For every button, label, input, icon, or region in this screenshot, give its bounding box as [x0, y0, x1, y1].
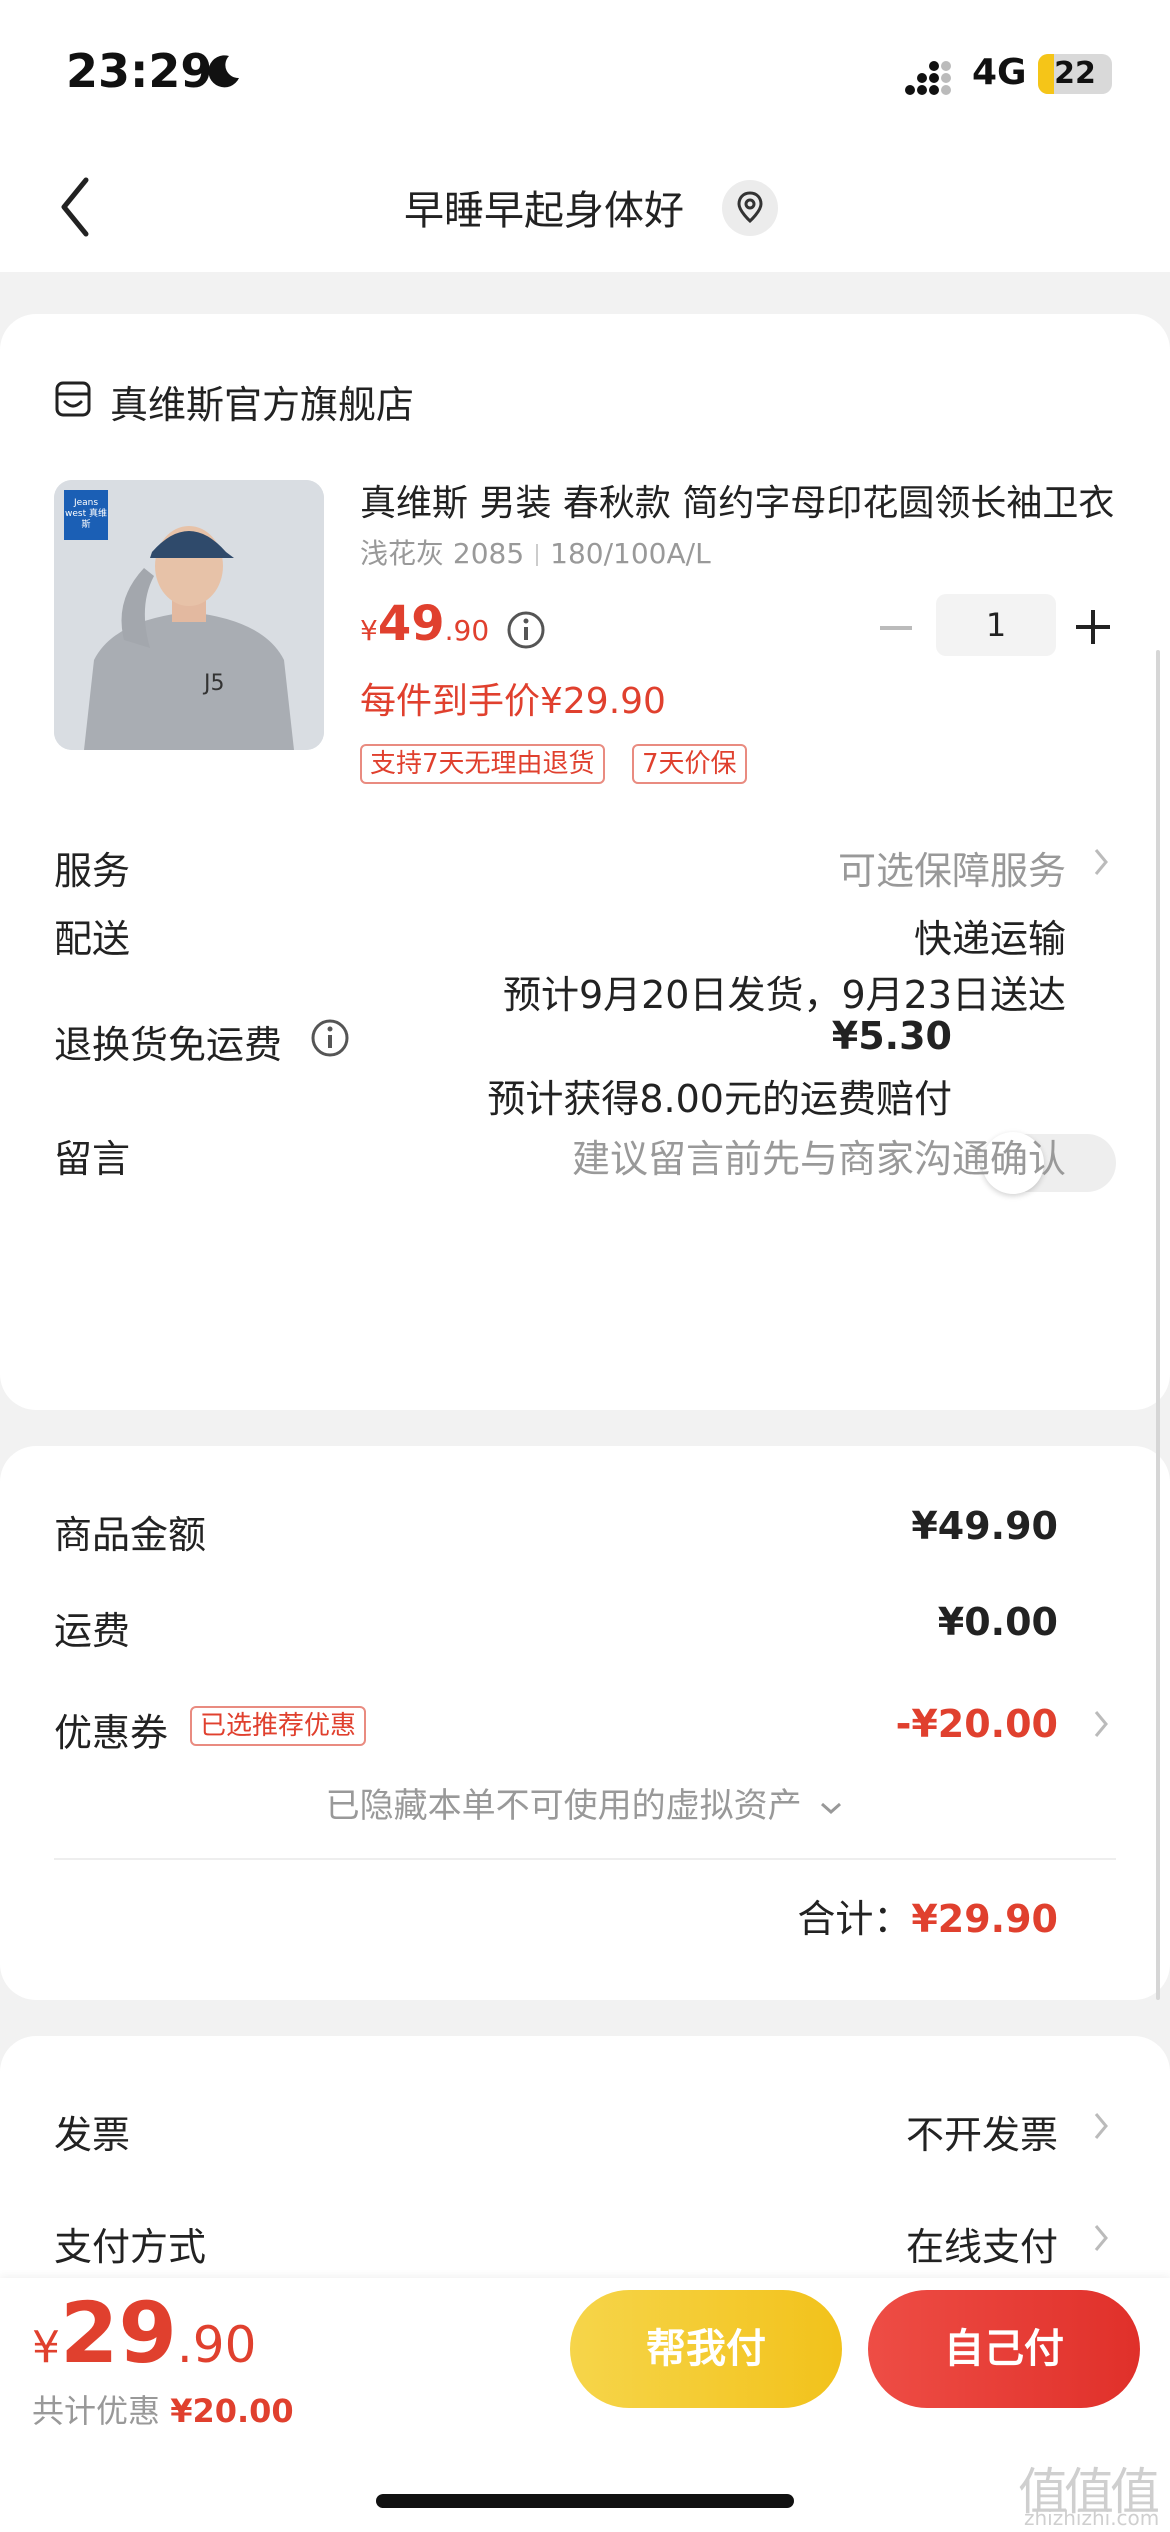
- battery-level: 22: [1054, 56, 1096, 91]
- service-label: 服务: [54, 849, 131, 893]
- location-pin-icon: [737, 191, 763, 224]
- delivery-method: 快递运输: [913, 917, 1066, 961]
- brand-logo: Jeans west 真维斯: [64, 490, 108, 540]
- payment-method-chevron-icon[interactable]: [1092, 2222, 1110, 2254]
- checkout-price: ¥29.90: [32, 2284, 256, 2382]
- delivery-eta: 预计9月20日发货，9月23日送达: [502, 973, 1066, 1017]
- message-label: 留言: [54, 1137, 131, 1181]
- payment-method-value[interactable]: 在线支付: [906, 2216, 1058, 2271]
- price-integer: 49: [377, 596, 445, 652]
- coupon-value[interactable]: -¥20.00: [896, 1702, 1058, 1746]
- shop-name: 真维斯官方旗舰店: [110, 383, 415, 427]
- service-chevron-icon[interactable]: [1092, 846, 1110, 878]
- return-shipping-label: 退换货免运费: [54, 1023, 283, 1067]
- battery-icon: 22: [1038, 54, 1112, 94]
- moon-icon: [208, 55, 239, 88]
- coupon-chevron-icon[interactable]: [1092, 1708, 1110, 1740]
- hidden-assets-toggle[interactable]: 已隐藏本单不可使用的虚拟资产: [0, 1778, 1170, 1827]
- checkout-price-integer: 29: [60, 2284, 177, 2382]
- quantity-input[interactable]: 1: [936, 594, 1056, 656]
- coupon-badge: 已选推荐优惠: [190, 1706, 367, 1746]
- page-title: 早睡早起身体好: [404, 188, 684, 234]
- order-item-card: 真维斯官方旗舰店 J5 Jeans west 真维斯 真维斯 男装 春秋款 简约…: [0, 314, 1170, 1410]
- quantity-increase-button[interactable]: [1076, 610, 1110, 644]
- checkout-savings: 共计优惠 ¥20.00: [32, 2386, 294, 2432]
- quantity-decrease-button[interactable]: [880, 626, 912, 630]
- self-pay-button[interactable]: 自己付: [868, 2290, 1140, 2408]
- hidden-assets-text: 已隐藏本单不可使用的虚拟资产: [325, 1786, 802, 1826]
- watermark: 值值值 zhizhizhi.com: [1018, 2452, 1170, 2532]
- invoice-value[interactable]: 不开发票: [906, 2104, 1058, 2159]
- total-label: 合计：: [797, 1897, 912, 1941]
- savings-value: ¥20.00: [170, 2392, 294, 2430]
- price-decimal: .90: [444, 614, 490, 647]
- shipping-fee-value: ¥0.00: [937, 1600, 1058, 1644]
- home-indicator[interactable]: [376, 2494, 794, 2508]
- payment-method-label: 支付方式: [54, 2225, 207, 2269]
- savings-label: 共计优惠: [32, 2392, 161, 2430]
- order-total: 合计：¥29.90: [797, 1888, 1058, 1943]
- nav-bar: 早睡早起身体好: [0, 150, 1170, 272]
- help-pay-button[interactable]: 帮我付: [570, 2290, 842, 2408]
- shop-icon: [55, 381, 91, 417]
- return-shipping-desc: 预计获得8.00元的运费赔付: [487, 1077, 952, 1121]
- price-info-icon[interactable]: [506, 610, 546, 650]
- product-price: ¥49.90: [360, 596, 489, 652]
- final-unit-price: 每件到手价¥29.90: [360, 681, 666, 722]
- coupon-label: 优惠券: [54, 1711, 169, 1755]
- product-thumbnail[interactable]: J5 Jeans west 真维斯: [54, 480, 324, 750]
- status-bar: 23:29 4G 22: [0, 0, 1170, 150]
- return-shipping-price: ¥5.30: [831, 1014, 952, 1058]
- total-value: ¥29.90: [911, 1897, 1058, 1941]
- svg-text:J5: J5: [202, 671, 225, 696]
- invoice-chevron-icon[interactable]: [1092, 2110, 1110, 2142]
- price-summary-card: 商品金额 ¥49.90 运费 ¥0.00 优惠券 已选推荐优惠 -¥20.00 …: [0, 1446, 1170, 2000]
- summary-divider: [54, 1858, 1116, 1860]
- price-protection-tag: 7天价保: [632, 744, 747, 784]
- checkout-price-decimal: .90: [176, 2316, 257, 2374]
- scrollbar[interactable]: [1156, 650, 1160, 2000]
- goods-amount-label: 商品金额: [54, 1513, 207, 1557]
- chevron-down-icon: [821, 1802, 842, 1814]
- price-currency: ¥: [360, 614, 378, 647]
- checkout-bar: ¥29.90 共计优惠 ¥20.00 帮我付 自己付: [0, 2278, 1170, 2532]
- checkout-currency: ¥: [32, 2322, 60, 2373]
- return-policy-tag: 支持7天无理由退货: [360, 744, 605, 784]
- product-color: 浅花灰 2085: [360, 537, 525, 570]
- return-shipping-info-icon[interactable]: [310, 1018, 350, 1058]
- signal-icon: [905, 61, 951, 95]
- message-input[interactable]: 建议留言前先与商家沟通确认: [572, 1128, 1066, 1183]
- delivery-label: 配送: [54, 917, 131, 961]
- watermark-url: zhizhizhi.com: [1024, 2506, 1160, 2530]
- network-label: 4G: [972, 52, 1027, 93]
- status-time: 23:29: [66, 44, 213, 98]
- product-size: 180/100A/L: [550, 537, 711, 570]
- spec-divider: [536, 544, 539, 566]
- service-value[interactable]: 可选保障服务: [838, 840, 1066, 895]
- goods-amount-value: ¥49.90: [911, 1504, 1058, 1548]
- location-button[interactable]: [722, 180, 778, 236]
- invoice-label: 发票: [54, 2113, 131, 2157]
- shipping-fee-label: 运费: [54, 1609, 131, 1653]
- product-title[interactable]: 真维斯 男装 春秋款 简约字母印花圆领长袖卫衣: [360, 474, 1120, 526]
- product-spec[interactable]: 浅花灰 2085 180/100A/L: [360, 532, 711, 572]
